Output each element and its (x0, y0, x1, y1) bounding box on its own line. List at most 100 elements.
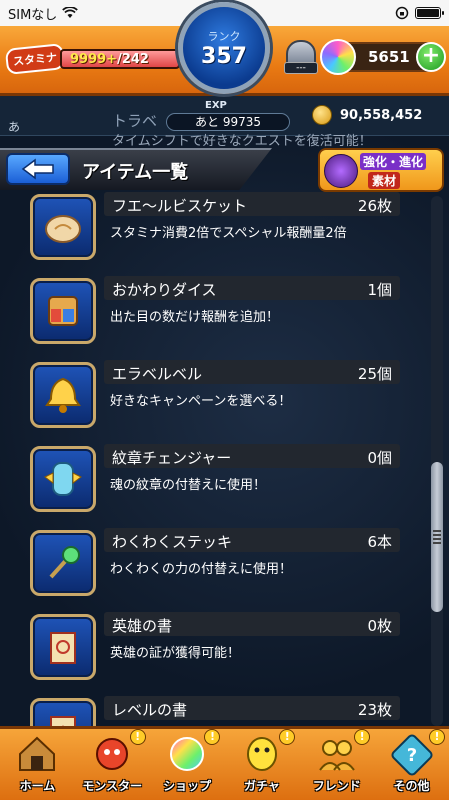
list-item[interactable]: レベルの書 23枚 (30, 694, 410, 726)
nav-label: モンスター (82, 779, 143, 793)
stamina-bar: 9999+/242 (60, 49, 180, 69)
item-name-box: レベルの書 23枚 (104, 696, 400, 720)
nav-friend[interactable]: ! フレンド (299, 729, 374, 800)
item-name: おかわりダイス (112, 281, 217, 299)
evo-label-1: 強化・進化 (360, 153, 427, 170)
item-thumbnail (30, 278, 96, 344)
gold-coin-icon (312, 105, 332, 125)
stamina-current: 9999+ (70, 52, 118, 67)
evolution-materials-button[interactable]: 強化・進化 素材 (318, 148, 444, 192)
scrollbar-grip (433, 530, 441, 544)
biscuit-icon (45, 215, 81, 243)
list-item[interactable]: フエ〜ルビスケット 26枚スタミナ消費2倍でスペシャル報酬量2倍 (30, 190, 410, 264)
nav-label: フレンド (312, 779, 361, 793)
nav-monster[interactable]: ! モンスター (75, 729, 150, 800)
rank-number: 357 (201, 43, 247, 69)
nav-home[interactable]: ホーム (0, 729, 75, 800)
list-item[interactable]: エラベルベル 25個好きなキャンペーンを選べる！ (30, 358, 410, 432)
stamina-meter[interactable]: スタミナ 9999+/242 (4, 43, 180, 75)
stick-icon (49, 546, 80, 579)
item-count: 1個 (367, 281, 392, 299)
item-name-box: エラベルベル 25個 (104, 360, 400, 384)
stamina-max: /242 (117, 52, 149, 67)
nav-shop[interactable]: ! ショップ (150, 729, 225, 800)
list-item[interactable]: わくわくステッキ 6本わくわくの力の付替えに使用！ (30, 526, 410, 600)
item-thumbnail (30, 614, 96, 680)
scrollbar-track[interactable] (431, 196, 443, 726)
monster-icon (96, 738, 129, 770)
shop-icon (170, 737, 205, 771)
item-name: 紋章チェンジャー (112, 449, 232, 467)
item-name-box: 紋章チェンジャー 0個 (104, 444, 400, 468)
gacha-icon (246, 737, 277, 771)
item-description: わくわくの力の付替えに使用！ (110, 562, 293, 577)
home-icon (19, 736, 56, 771)
emblem-changer-icon (44, 462, 82, 496)
notification-badge: ! (204, 729, 221, 745)
buy-orbs-button[interactable]: + (416, 42, 446, 72)
item-description: スタミナ消費2倍でスペシャル報酬量2倍 (110, 226, 347, 241)
item-description: 魂の紋章の付替えに使用！ (110, 478, 267, 493)
item-name: 英雄の書 (112, 617, 173, 635)
item-count: 0個 (367, 449, 392, 467)
level-book-icon (50, 716, 76, 726)
battery-icon (415, 7, 444, 19)
bottom-nav: ホーム! モンスター! ショップ! ガチャ! フレンド?! その他 (0, 726, 449, 800)
rank-label: ランク (207, 29, 241, 43)
item-thumbnail (30, 446, 96, 512)
notification-badge: ! (129, 729, 146, 745)
item-thumbnail (30, 194, 96, 260)
notification-badge: ! (354, 729, 371, 745)
status-right (395, 6, 444, 20)
dice-icon (48, 296, 78, 326)
back-button[interactable] (6, 153, 70, 185)
item-name: わくわくステッキ (112, 533, 233, 551)
orb-icon (320, 39, 356, 75)
list-item[interactable]: 英雄の書 0枚英雄の証が獲得可能！ (30, 610, 410, 684)
gold-counter: 90,558,452 (312, 105, 422, 125)
item-name-box: フエ〜ルビスケット 26枚 (104, 192, 400, 216)
partial-item-desc: タイムシフトで好きなクエストを復活可能！ (112, 134, 372, 149)
item-count: 23枚 (357, 701, 392, 719)
exp-label: EXP (205, 100, 227, 111)
item-name-box: おかわりダイス 1個 (104, 276, 400, 300)
rank-badge[interactable]: ランク 357 (178, 2, 270, 94)
nav-other[interactable]: ?! その他 (374, 729, 449, 800)
item-name-box: わくわくステッキ 6本 (104, 528, 400, 552)
monster-portrait-icon (324, 154, 358, 188)
stamina-label: スタミナ (4, 43, 66, 75)
item-thumbnail (30, 530, 96, 596)
page-title: アイテム一覧 (82, 162, 189, 183)
item-name-box: 英雄の書 0枚 (104, 612, 400, 636)
item-name: レベルの書 (112, 701, 188, 719)
item-description: 好きなキャンペーンを選べる！ (110, 394, 292, 409)
exp-remaining: あと 99735 (166, 113, 290, 131)
notification-badge: ! (279, 729, 296, 745)
evo-label-2: 素材 (368, 172, 401, 189)
nav-label: ショップ (163, 779, 212, 793)
other-icon: ? (390, 734, 433, 776)
list-item[interactable]: 紋章チェンジャー 0個魂の紋章の付替えに使用！ (30, 442, 410, 516)
item-count: 26枚 (357, 197, 392, 215)
orientation-lock-icon (395, 6, 409, 20)
carrier-group: SIMなし (8, 4, 79, 23)
item-count: 25個 (357, 365, 392, 383)
item-name: エラベルベル (112, 365, 203, 383)
carrier-label: SIMなし (8, 7, 58, 23)
item-description: 英雄の証が獲得可能！ (110, 646, 241, 661)
helmet-tag: --- (284, 62, 318, 74)
bell-icon (45, 377, 81, 413)
item-thumbnail (30, 362, 96, 428)
nav-label: ホーム (19, 779, 56, 793)
item-list[interactable]: フエ〜ルビスケット 26枚スタミナ消費2倍でスペシャル報酬量2倍 おかわりダイス 1個… (0, 136, 449, 726)
helmet-icon[interactable]: --- (284, 40, 318, 80)
list-item[interactable]: おかわりダイス 1個 出た目の数だけ報酬を追加！ (30, 274, 410, 348)
item-count: 6本 (367, 533, 392, 551)
gold-amount: 90,558,452 (340, 107, 423, 123)
orb-counter: 5651 + (320, 39, 446, 75)
partial-item-name: トラベ (112, 112, 158, 130)
notification-badge: ! (428, 729, 445, 745)
nav-label: その他 (393, 779, 430, 793)
nav-label: ガチャ (243, 779, 280, 793)
nav-gacha[interactable]: ! ガチャ (224, 729, 299, 800)
